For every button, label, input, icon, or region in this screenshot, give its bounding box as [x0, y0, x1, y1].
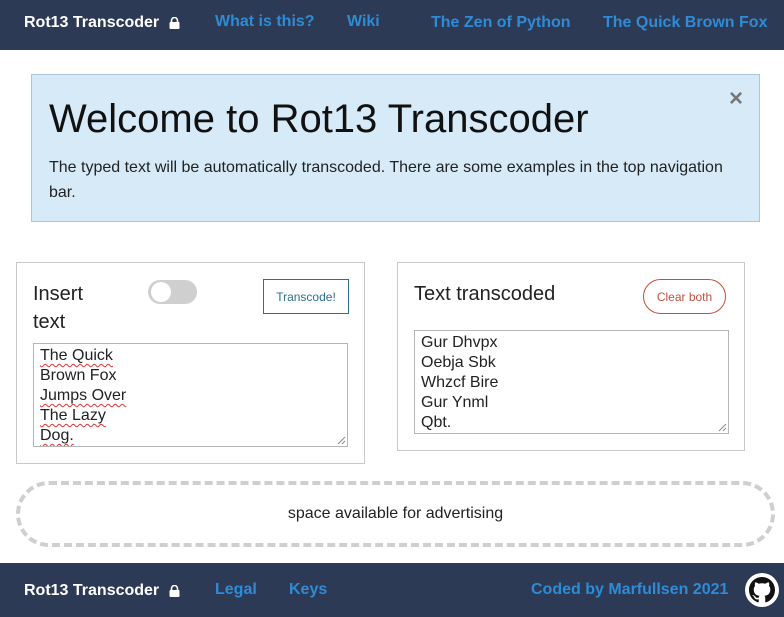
footer-brand[interactable]: Rot13 Transcoder	[24, 582, 180, 600]
lock-icon	[169, 585, 180, 597]
input-panel: Insert text Transcode! The Quick Brown F…	[16, 262, 365, 464]
alert-title: Welcome to Rot13 Transcoder	[49, 97, 589, 141]
resize-grip-icon[interactable]	[718, 423, 727, 432]
footer-link-keys[interactable]: Keys	[289, 581, 327, 599]
input-title-line1: Insert	[33, 283, 84, 305]
welcome-alert: Welcome to Rot13 Transcoder The typed te…	[31, 74, 760, 222]
output-line: Qbt.	[421, 414, 452, 431]
output-panel-title: Text transcoded	[414, 283, 556, 305]
ad-text: space available for advertising	[287, 505, 504, 522]
nav-link-wiki[interactable]: Wiki	[347, 13, 380, 31]
close-icon[interactable]: ×	[729, 87, 743, 111]
advertising-placeholder: space available for advertising	[16, 481, 775, 547]
footer-brand-label: Rot13 Transcoder	[24, 582, 160, 599]
output-line: Oebja Sbk	[421, 354, 496, 371]
footer: Rot13 Transcoder Legal Keys Coded by Mar…	[0, 563, 784, 617]
clear-both-button[interactable]: Clear both	[643, 279, 726, 314]
lock-icon	[169, 17, 180, 29]
input-line: Dog.	[40, 427, 74, 444]
input-line: Jumps Over	[40, 387, 127, 404]
toggle-knob	[151, 282, 171, 302]
input-line: The Quick	[40, 347, 113, 364]
nav-link-quick-brown-fox[interactable]: The Quick Brown Fox	[603, 14, 767, 32]
nav-link-zen-of-python[interactable]: The Zen of Python	[431, 14, 571, 32]
mode-toggle-switch[interactable]	[148, 280, 197, 304]
output-panel: Text transcoded Clear both Gur Dhvpx Oeb…	[397, 262, 745, 451]
input-textarea[interactable]: The Quick Brown Fox Jumps Over The Lazy …	[33, 343, 348, 447]
transcode-button[interactable]: Transcode!	[263, 279, 349, 314]
input-title-line2: text	[33, 311, 66, 333]
output-line: Gur Dhvpx	[421, 334, 498, 351]
output-line: Gur Ynml	[421, 394, 489, 411]
footer-credit[interactable]: Coded by Marfullsen 2021	[531, 581, 728, 599]
alert-text: The typed text will be automatically tra…	[49, 159, 723, 201]
output-textarea[interactable]: Gur Dhvpx Oebja Sbk Whzcf Bire Gur Ynml …	[414, 330, 729, 434]
github-icon[interactable]	[745, 573, 779, 607]
input-panel-title: Insert text	[33, 280, 83, 336]
nav-link-what-is-this[interactable]: What is this?	[215, 13, 315, 31]
input-line: Brown Fox	[40, 367, 117, 384]
top-navbar: Rot13 Transcoder What is this? Wiki The …	[0, 0, 784, 50]
footer-link-legal[interactable]: Legal	[215, 581, 257, 599]
output-line: Whzcf Bire	[421, 374, 499, 391]
resize-grip-icon[interactable]	[337, 436, 346, 445]
brand-label: Rot13 Transcoder	[24, 14, 160, 31]
navbar-brand[interactable]: Rot13 Transcoder	[24, 14, 180, 32]
input-line: The Lazy	[40, 407, 106, 424]
github-logo-icon	[749, 577, 775, 603]
